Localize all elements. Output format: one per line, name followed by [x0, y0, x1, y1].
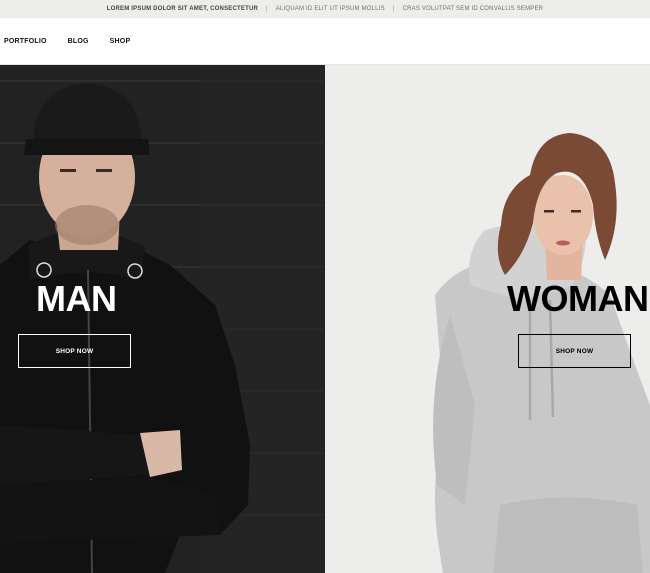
nav-item-shop[interactable]: SHOP [110, 38, 131, 45]
main-navigation: PORTFOLIO BLOG SHOP [0, 18, 650, 65]
announcement-separator: | [266, 6, 268, 12]
announcement-text-1: LOREM IPSUM DOLOR SIT AMET, CONSECTETUR [106, 6, 259, 12]
shop-now-man-button[interactable]: SHOP NOW [18, 334, 131, 368]
nav-item-blog[interactable]: BLOG [68, 38, 89, 45]
hero-man-banner[interactable]: MAN SHOP NOW [0, 65, 325, 573]
announcement-separator: | [392, 6, 395, 12]
woman-model-photo [325, 65, 650, 573]
hero-woman-banner[interactable]: WOMAN SHOP NOW [325, 65, 650, 573]
shop-now-woman-button[interactable]: SHOP NOW [518, 334, 631, 368]
man-model-photo [0, 65, 325, 573]
announcement-text-2: ALIQUAM ID ELIT UT IPSUM MOLLIS [275, 6, 385, 12]
hero-man-title: MAN [36, 278, 117, 319]
announcement-bar: LOREM IPSUM DOLOR SIT AMET, CONSECTETUR … [0, 0, 650, 18]
announcement-text-3: CRAS VOLUTPAT SEM ID CONVALLIS SEMPER [402, 6, 544, 12]
nav-item-portfolio[interactable]: PORTFOLIO [4, 38, 47, 45]
hero-woman-title: WOMAN [507, 278, 649, 319]
